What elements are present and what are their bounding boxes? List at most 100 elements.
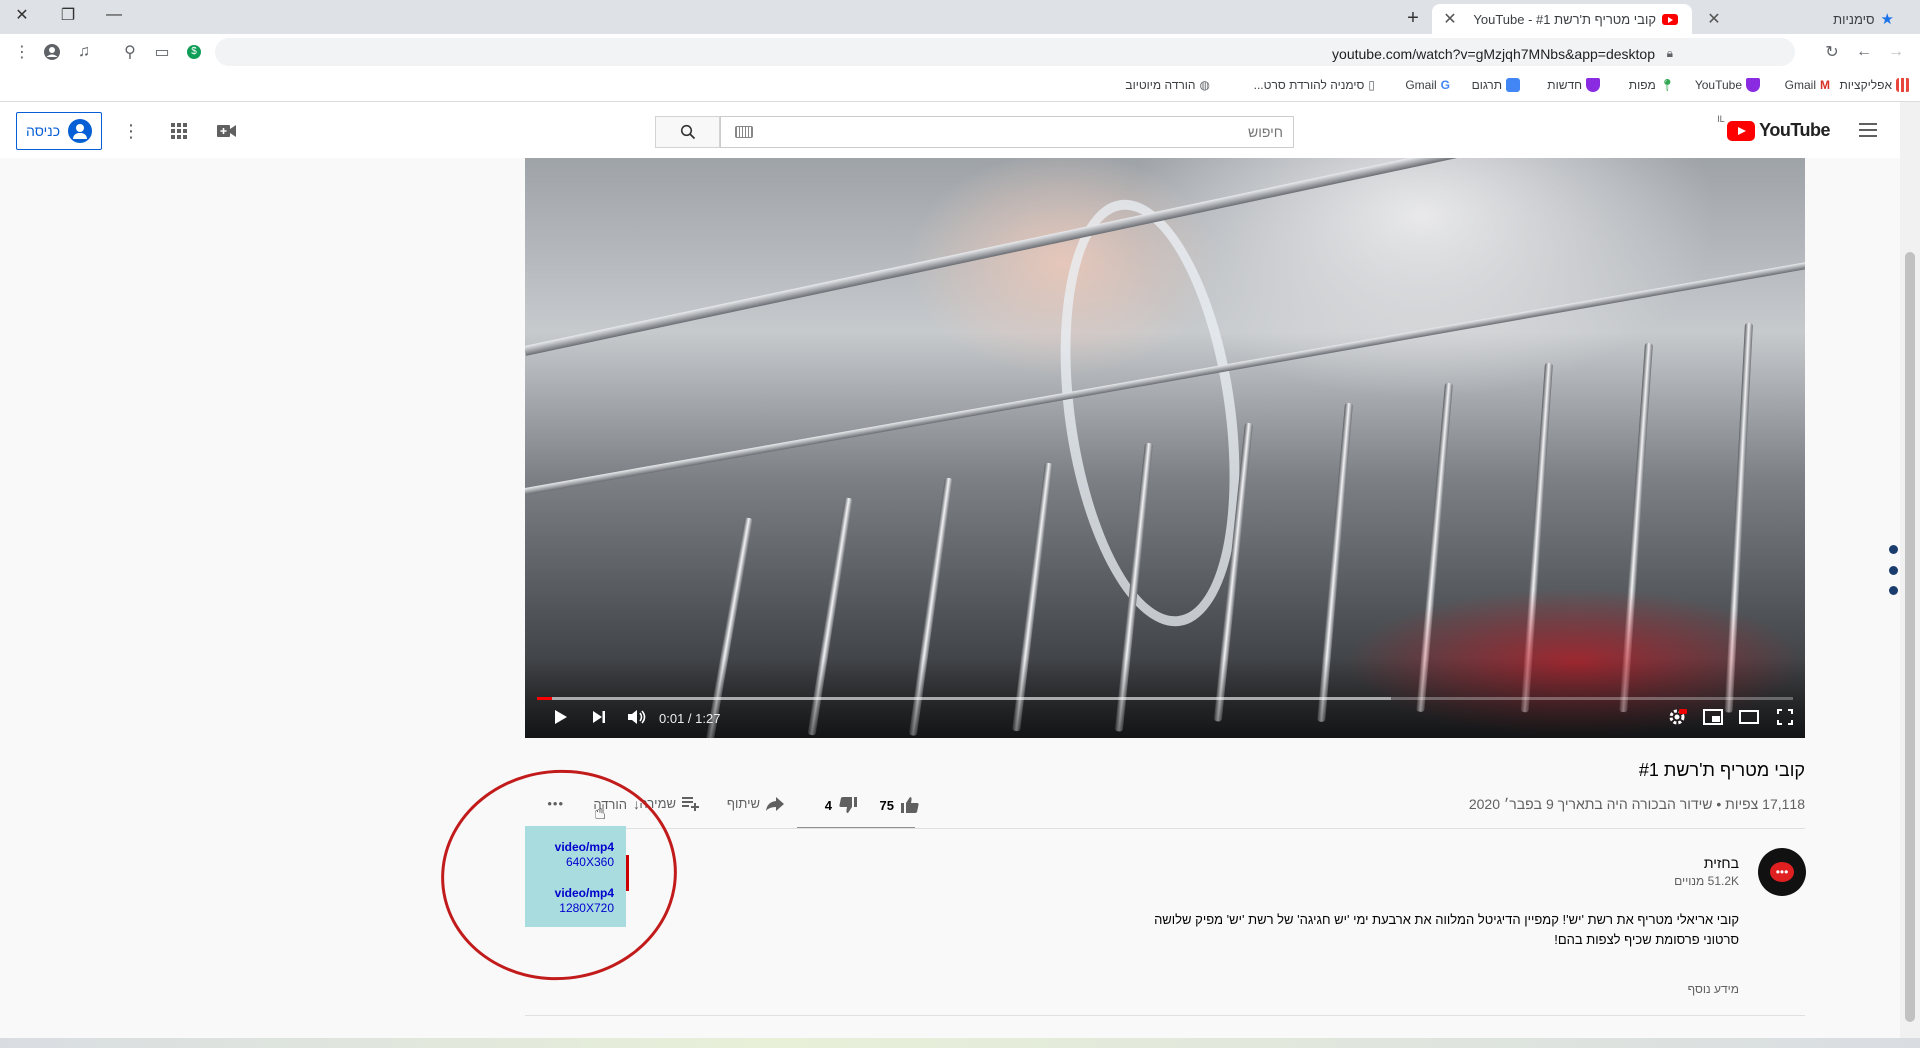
hamburger-menu-icon[interactable] [1854, 116, 1882, 144]
close-window-icon[interactable]: ✕ [2, 0, 42, 30]
fullscreen-icon[interactable] [1769, 702, 1801, 732]
close-tab-icon[interactable]: ✕ [1704, 9, 1724, 29]
tab-title: סימניות [1833, 11, 1875, 27]
bookmark-gmail-2[interactable]: G Gmail [1405, 78, 1450, 92]
search-input[interactable] [721, 117, 1293, 147]
lock-icon: 🔒︎ [1666, 46, 1673, 60]
tab-bookmarks[interactable]: ★ סימניות ✕ [1696, 4, 1902, 34]
video-player[interactable]: 0:01 / 1:27 [525, 158, 1805, 738]
keyboard-icon[interactable] [735, 126, 753, 138]
settings-gear-icon[interactable] [1661, 702, 1693, 732]
apps-grid-icon[interactable] [166, 118, 192, 144]
description-line: סרטוני פרסומת שכיף לצפות בהם! [1554, 932, 1739, 947]
download-option-720[interactable]: video/mp4 1280X720 [555, 886, 614, 916]
restore-window-icon[interactable]: ❐ [48, 0, 88, 30]
video-title: קובי מטריף ת'רשת #1 [1638, 760, 1805, 780]
google-g-icon: G [1440, 78, 1450, 92]
youtube-logo[interactable]: YouTube IL [1717, 114, 1830, 141]
shield-icon [1746, 78, 1760, 92]
download-option-360[interactable]: video/mp4 640X360 [555, 840, 614, 870]
maps-pin-icon: 📍︎ [1659, 78, 1675, 92]
playlist-add-icon [682, 796, 699, 811]
download-menu: video/mp4 640X360 video/mp4 1280X720 [525, 826, 626, 927]
translate-icon [1506, 78, 1520, 92]
new-tab-button[interactable]: + [1399, 4, 1427, 32]
bookmark-youtube[interactable]: YouTube [1695, 78, 1760, 92]
media-control-icon[interactable]: ♫ [72, 40, 96, 64]
share-label: שיתוף [726, 796, 760, 811]
video-meta: 17,118 צפיות • שידור הבכורה היה בתאריך 9… [1469, 796, 1805, 812]
browser-tabbar: ✕ ❐ — + קובי מטריף ת'רשת #1 - YouTube ✕ … [0, 0, 1920, 34]
like-button[interactable]: 75 [880, 796, 920, 814]
page-scrollbar[interactable] [1900, 102, 1920, 1038]
subscriber-count: 51.2K מנויים [1674, 874, 1739, 888]
premiere-date: שידור הבכורה היה בתאריך 9 בפבר׳ 2020 [1468, 796, 1713, 812]
miniplayer-icon[interactable] [1697, 702, 1729, 732]
scrollbar-thumb[interactable] [1905, 252, 1915, 1022]
annotation-mark [626, 855, 629, 891]
back-icon[interactable]: ← [1852, 40, 1876, 64]
kebab-menu-icon[interactable]: ⋮ [10, 40, 34, 64]
save-label: שמירה [639, 796, 676, 811]
bookmark-page-icon: ▯ [1368, 78, 1375, 92]
reload-icon[interactable]: ↻ [1820, 40, 1844, 64]
played-fill [537, 697, 553, 700]
account-icon [68, 119, 93, 143]
search-extension-icon[interactable]: ⚲ [118, 40, 142, 64]
star-icon: ★ [1880, 11, 1894, 28]
description-line: קובי אריאלי מטריף את רשת 'יש'! קמפיין הד… [1154, 912, 1739, 927]
youtube-masthead: YouTube IL ⋮ כניסה [0, 102, 1900, 158]
address-bar[interactable]: 🔒︎ youtube.com/watch?v=gMzjqh7MNbs&app=d… [215, 38, 1795, 66]
bookmark-news[interactable]: חדשות [1547, 78, 1600, 92]
bookmark-translate[interactable]: תרגום [1472, 78, 1520, 92]
video-description: קובי אריאלי מטריף את רשת 'יש'! קמפיין הד… [1099, 910, 1739, 950]
bookmark-maps[interactable]: 📍︎ מפות [1629, 78, 1675, 92]
save-button[interactable]: שמירה [639, 796, 700, 811]
signin-button[interactable]: כניסה [16, 112, 102, 150]
next-button[interactable] [583, 702, 615, 732]
download-arrow-icon: ↓ [633, 796, 640, 812]
extension-green-icon[interactable]: $ [182, 40, 206, 64]
signin-label: כניסה [25, 123, 61, 139]
image-extension-icon[interactable]: ▭ [150, 40, 174, 64]
theater-mode-icon[interactable] [1733, 702, 1765, 732]
channel-avatar[interactable]: ••• [1758, 848, 1806, 896]
youtube-favicon-icon [1662, 13, 1678, 25]
share-icon [766, 796, 784, 811]
search-button[interactable] [655, 116, 720, 148]
divider [525, 828, 1805, 829]
time-display: 0:01 / 1:27 [659, 711, 720, 726]
url-text: youtube.com/watch?v=gMzjqh7MNbs&app=desk… [1332, 46, 1655, 62]
search-icon [680, 124, 695, 140]
dislike-button[interactable]: 4 [825, 796, 858, 814]
country-code: IL [1717, 114, 1725, 124]
hand-cursor-icon: ☝︎ [594, 802, 607, 824]
share-button[interactable]: שיתוף [727, 796, 784, 811]
more-actions-button[interactable]: ••• [547, 796, 564, 811]
more-dots-icon: ••• [547, 796, 564, 811]
bookmark-movie-download[interactable]: ▯ סימניה להורדת סרט... [1254, 78, 1375, 92]
like-count: 75 [879, 797, 894, 813]
settings-kebab-icon[interactable]: ⋮ [118, 118, 144, 144]
bookmark-youtube-download[interactable]: ◍ הורדה מיוטיוב [1125, 78, 1210, 92]
bookmarks-bar: אפליקציות M Gmail YouTube 📍︎ מפות חדשות … [0, 70, 1920, 102]
profile-icon[interactable] [40, 40, 64, 64]
minimize-window-icon[interactable]: — [94, 0, 134, 30]
tab-youtube[interactable]: קובי מטריף ת'רשת #1 - YouTube ✕ [1432, 4, 1692, 34]
channel-name[interactable]: בחזית [1704, 855, 1739, 871]
logo-text: YouTube [1759, 120, 1830, 140]
time-current: 0:01 [659, 711, 685, 726]
bookmark-gmail[interactable]: M Gmail [1785, 78, 1830, 92]
forward-icon[interactable]: → [1884, 40, 1908, 64]
close-tab-icon[interactable]: ✕ [1440, 9, 1460, 29]
progress-bar[interactable] [537, 697, 1793, 700]
show-more-button[interactable]: מידע נוסף [1688, 982, 1739, 996]
play-button[interactable] [545, 702, 577, 732]
create-video-icon[interactable] [214, 118, 240, 144]
thumbs-up-icon [901, 797, 919, 813]
search-input-wrapper[interactable] [720, 116, 1294, 148]
volume-icon[interactable] [621, 702, 653, 732]
bookmark-apps[interactable]: אפליקציות [1840, 78, 1910, 92]
time-total: 1:27 [695, 711, 721, 726]
side-panel-dots-icon[interactable] [1888, 545, 1898, 595]
